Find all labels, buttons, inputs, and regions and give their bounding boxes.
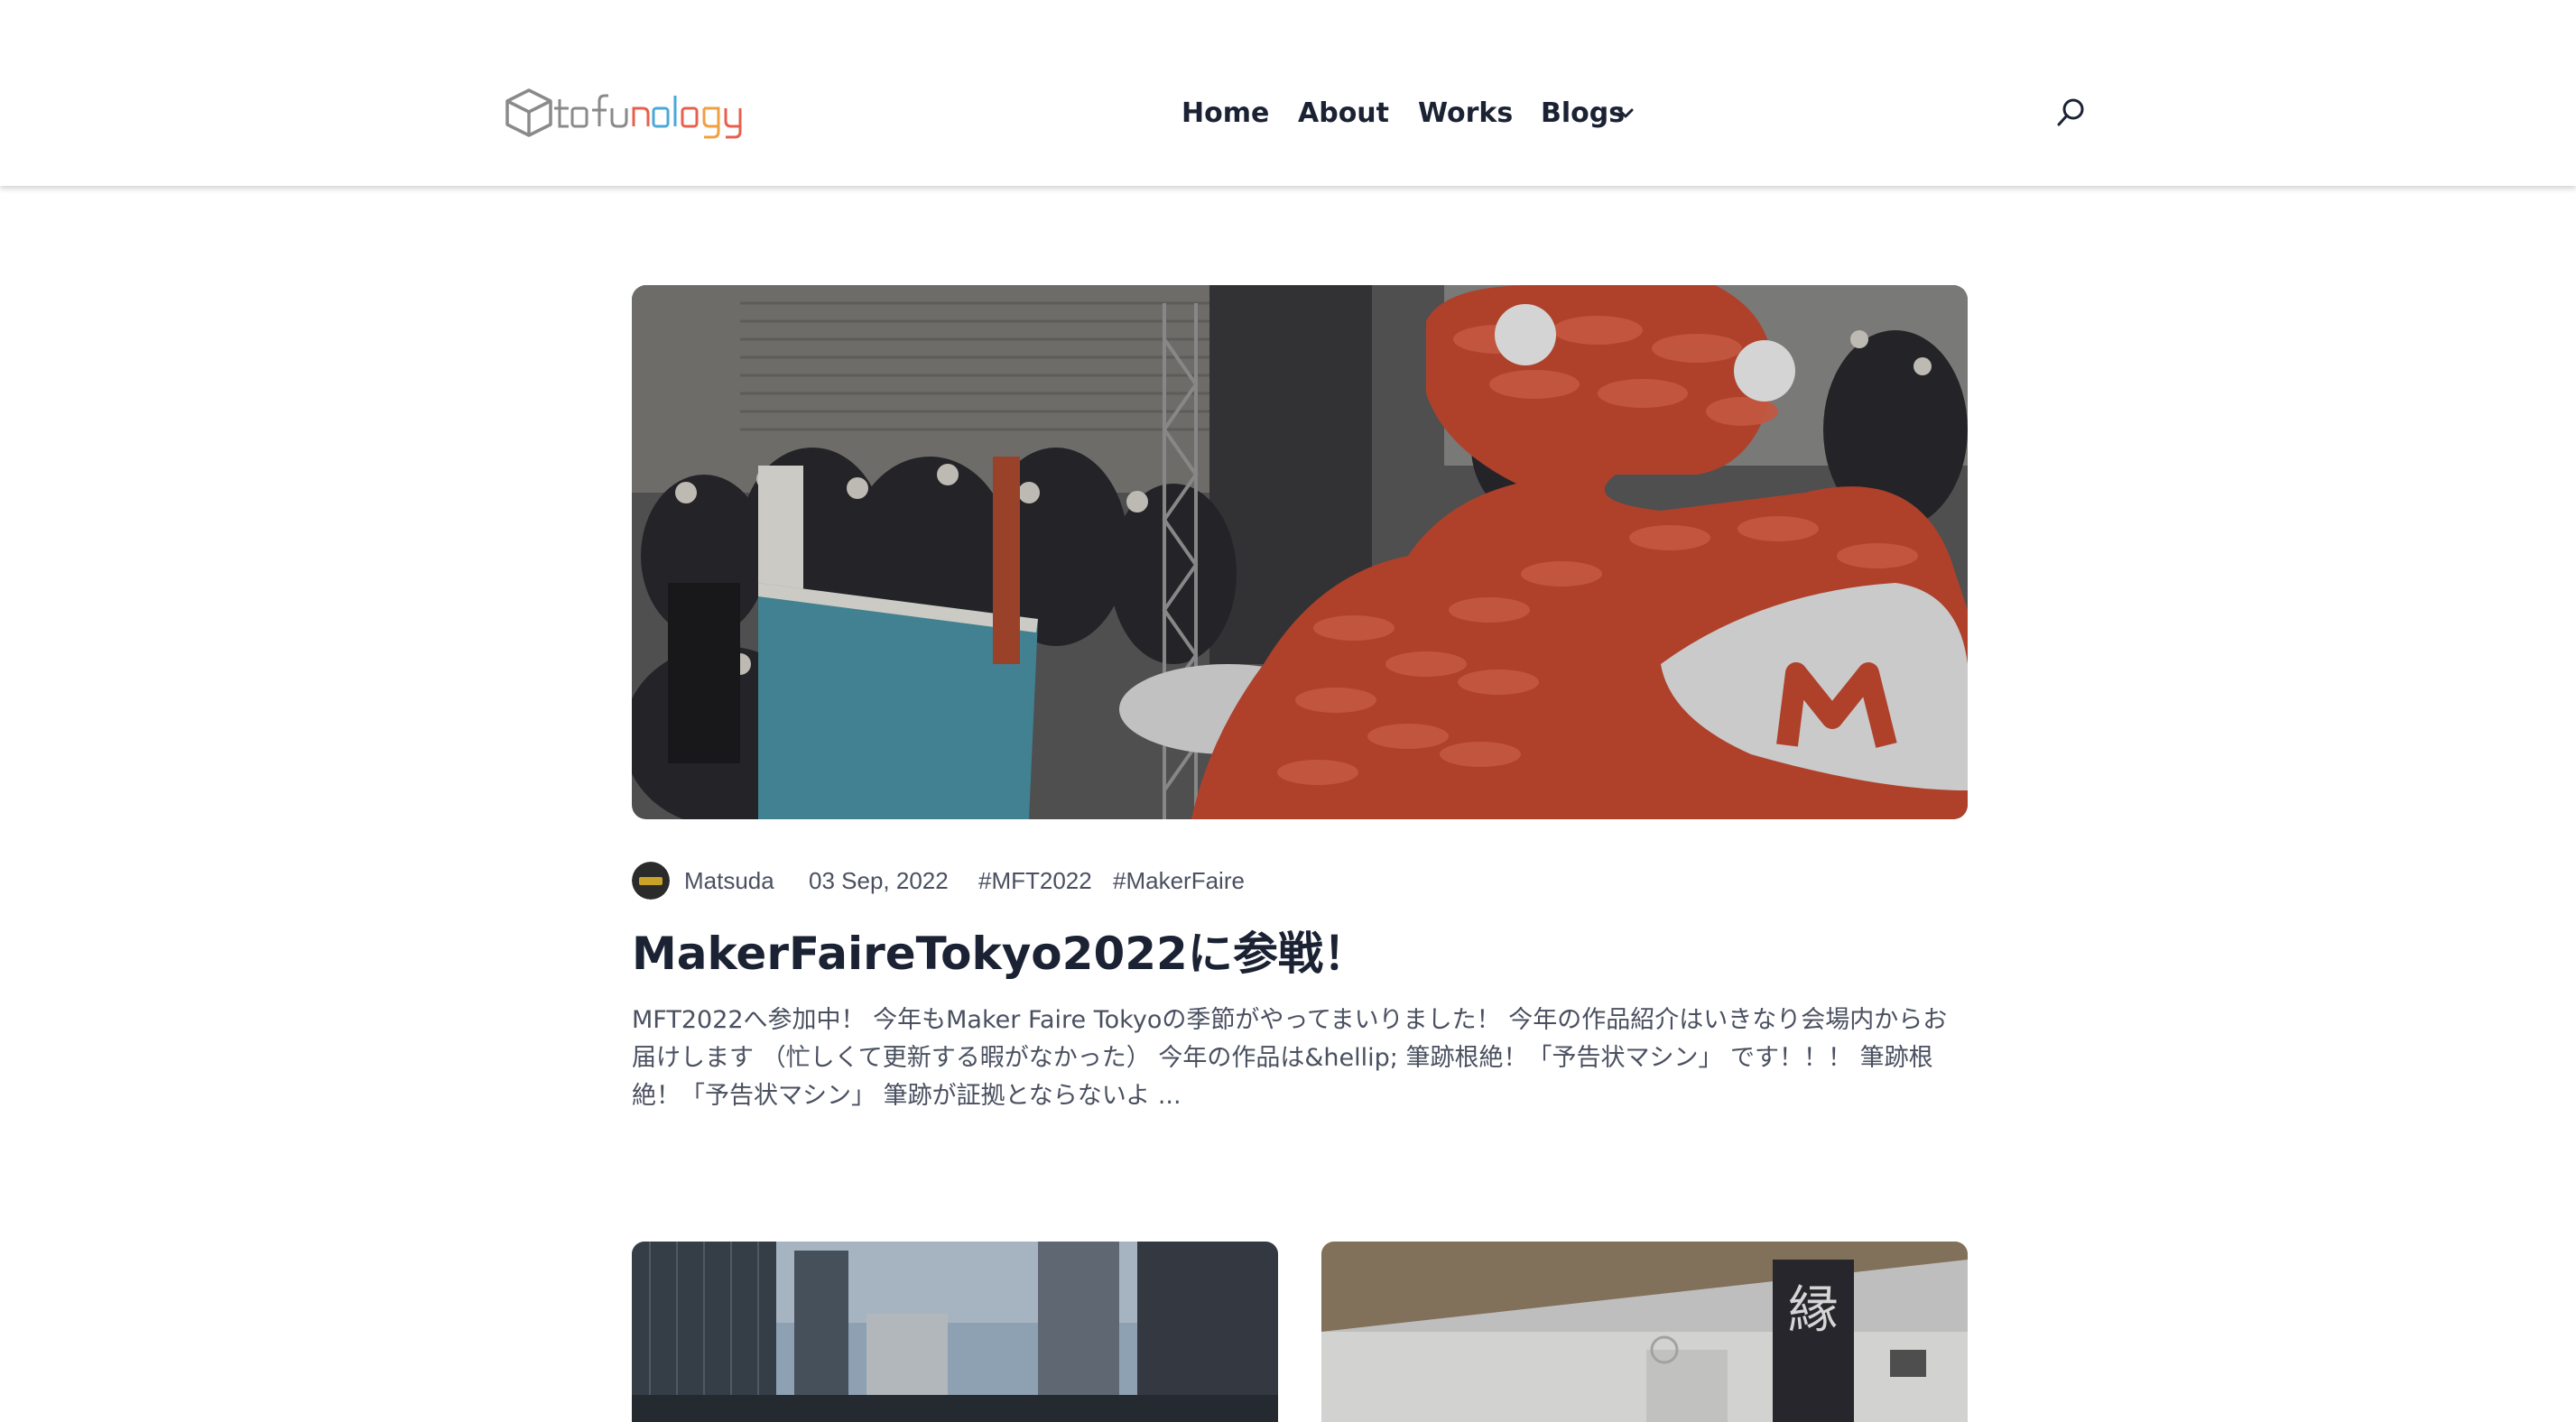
post-meta: Matsuda 03 Sep, 2022 #MFT2022 #MakerFair… <box>632 862 1968 901</box>
post-card-image[interactable] <box>632 1242 1278 1422</box>
post-date: 03 Sep, 2022 <box>809 867 949 894</box>
author-avatar[interactable] <box>632 862 670 900</box>
post-tag[interactable]: #MFT2022 <box>978 862 1092 900</box>
chevron-down-icon[interactable] <box>1617 105 1635 123</box>
post-title[interactable]: MakerFaireTokyo2022に参戦！ <box>632 922 1968 985</box>
post-tag[interactable]: #MakerFaire <box>1113 862 1245 900</box>
featured-post-image[interactable] <box>632 285 1968 819</box>
nav-about[interactable]: About <box>1298 96 1389 132</box>
search-icon[interactable] <box>2054 96 2089 130</box>
post-card-image[interactable]: 縁 <box>1321 1242 1968 1422</box>
nav-home[interactable]: Home <box>1181 96 1269 132</box>
main-nav: Home About Works Blogs <box>0 96 2576 132</box>
nav-works[interactable]: Works <box>1418 96 1513 132</box>
author-name[interactable]: Matsuda <box>684 862 774 900</box>
nav-blogs[interactable]: Blogs <box>1541 96 1625 132</box>
post-excerpt: MFT2022へ参加中！ 今年もMaker Faire Tokyoの季節がやって… <box>632 1006 1948 1110</box>
site-header: Home About Works Blogs <box>0 0 2576 186</box>
